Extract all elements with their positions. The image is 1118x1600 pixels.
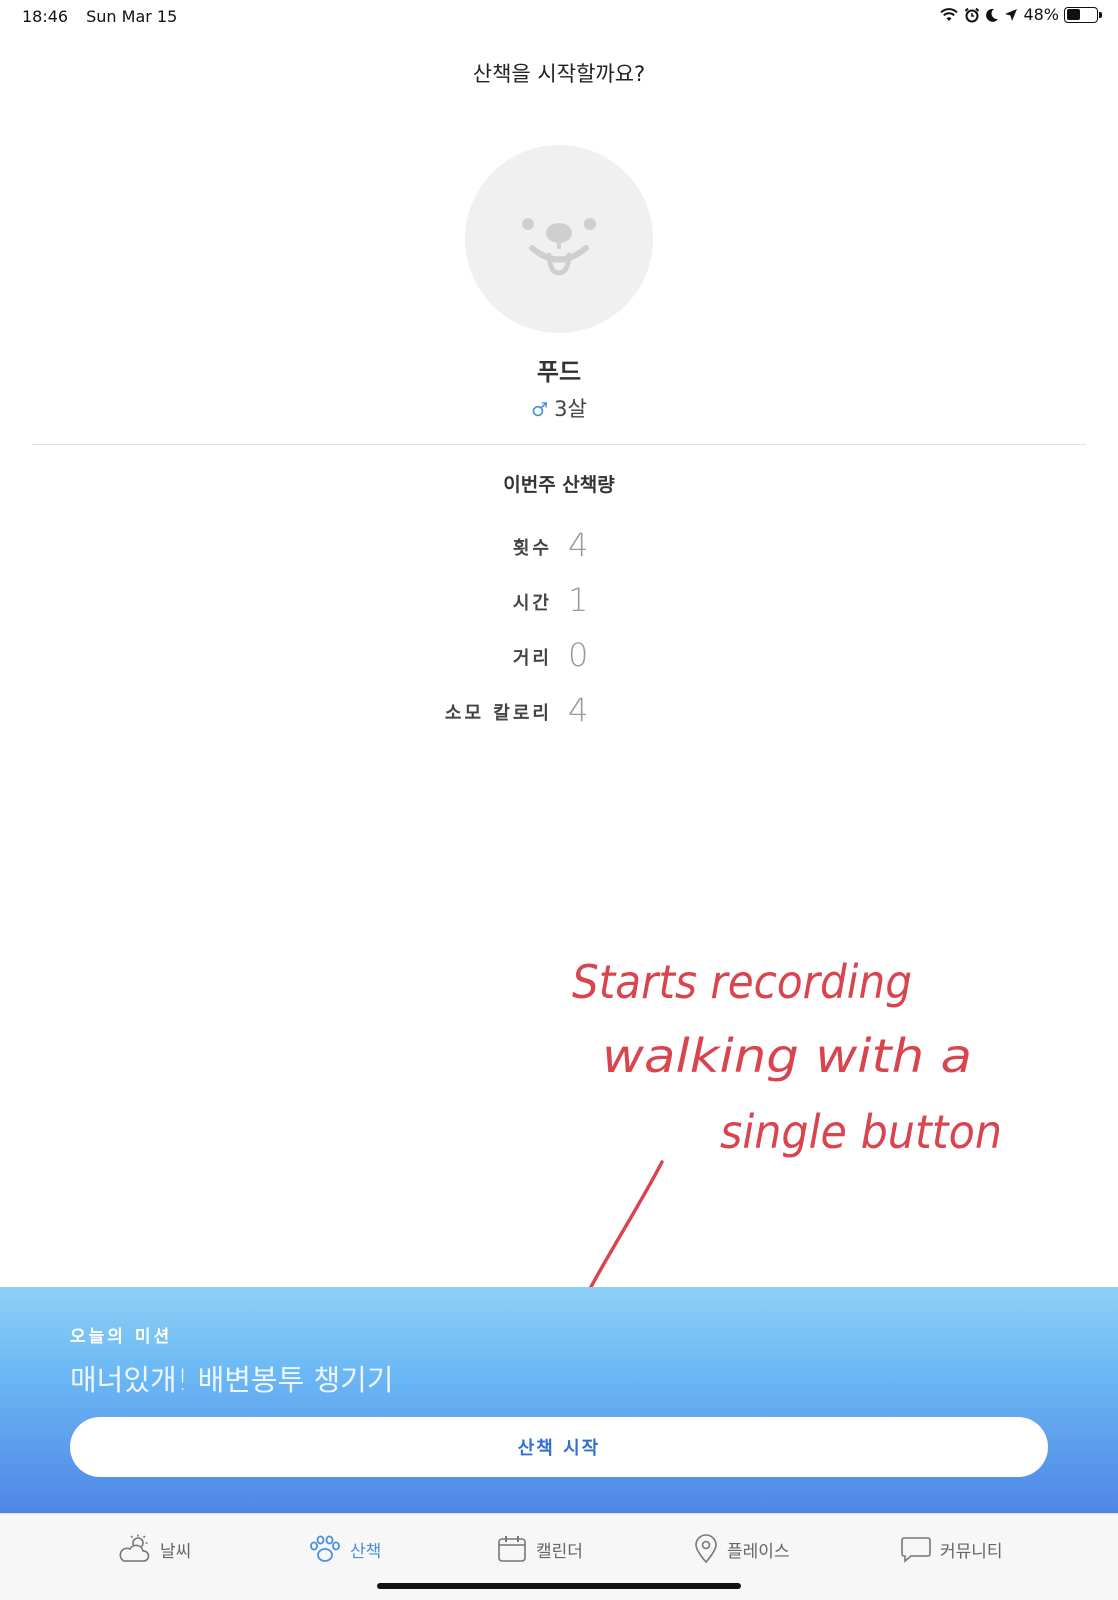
annotation-line: walking with a xyxy=(602,1029,972,1083)
pet-name: 푸드 xyxy=(536,358,582,386)
start-walk-button[interactable]: 산책 시작 xyxy=(70,1417,1048,1477)
stat-value: 0 xyxy=(568,636,589,674)
chat-bubble-icon xyxy=(901,1537,931,1563)
mission-text: 매너있개! 배변봉투 챙기기 xyxy=(70,1363,394,1397)
battery-fill xyxy=(1066,9,1081,20)
stat-label: 시간 xyxy=(512,593,552,614)
alarm-icon xyxy=(964,7,980,23)
dog-face-icon xyxy=(522,218,596,276)
stat-label: 거리 xyxy=(512,648,552,669)
wifi-icon xyxy=(939,7,959,23)
tab-label: 캘린더 xyxy=(536,1541,583,1562)
stat-row-time: 시간 1 xyxy=(380,581,740,638)
location-pin-icon xyxy=(695,1534,717,1564)
calendar-icon xyxy=(498,1536,526,1562)
mission-panel: 오늘의 미션 매너있개! 배변봉투 챙기기 산책 시작 xyxy=(0,1287,1118,1513)
stat-value: 4 xyxy=(568,691,589,729)
annotation-line: Starts recording xyxy=(572,955,912,1009)
weather-icon xyxy=(119,1534,150,1562)
pet-avatar[interactable] xyxy=(465,145,653,333)
status-right: 48% xyxy=(939,5,1102,24)
tab-label: 플레이스 xyxy=(727,1541,790,1562)
divider xyxy=(32,444,1086,445)
paw-icon xyxy=(310,1535,340,1562)
tab-label: 커뮤니티 xyxy=(940,1541,1003,1562)
status-date: Sun Mar 15 xyxy=(86,7,178,26)
stat-row-calories: 소모 칼로리 4 xyxy=(380,691,740,748)
pet-meta: ♂ 3살 xyxy=(0,393,1118,423)
status-time: 18:46 xyxy=(22,7,69,26)
location-arrow-icon xyxy=(1004,8,1018,22)
male-gender-icon: ♂ xyxy=(531,399,549,421)
annotation-line: single button xyxy=(720,1105,1002,1159)
tab-place[interactable]: 플레이스 xyxy=(693,1534,790,1564)
battery-icon xyxy=(1064,6,1102,23)
stat-row-distance: 거리 0 xyxy=(380,636,740,693)
stat-row-count: 횟수 4 xyxy=(380,526,740,583)
page-title: 산책을 시작할까요? xyxy=(472,62,646,86)
stat-label: 횟수 xyxy=(512,538,552,559)
status-left: 18:46 Sun Mar 15 xyxy=(22,7,177,26)
pet-age: 3살 xyxy=(554,397,587,421)
status-bar: 18:46 Sun Mar 15 48% xyxy=(0,0,1118,34)
tab-calendar[interactable]: 캘린더 xyxy=(496,1534,583,1564)
weekly-walk-title: 이번주 산책량 xyxy=(503,474,615,496)
stat-value: 1 xyxy=(568,581,589,619)
mission-label: 오늘의 미션 xyxy=(70,1327,173,1347)
weekly-stats: 횟수 4 시간 1 거리 0 소모 칼로리 4 xyxy=(380,526,740,748)
stat-label: 소모 칼로리 xyxy=(444,703,552,724)
tab-weather[interactable]: 날씨 xyxy=(118,1534,191,1564)
tab-label: 날씨 xyxy=(160,1541,192,1562)
battery-cap xyxy=(1099,11,1102,18)
tab-community[interactable]: 커뮤니티 xyxy=(900,1534,1003,1564)
home-indicator[interactable] xyxy=(377,1583,741,1589)
battery-percent: 48% xyxy=(1023,5,1059,24)
stat-value: 4 xyxy=(568,526,589,564)
tab-walk[interactable]: 산책 xyxy=(308,1534,381,1564)
tab-label: 산책 xyxy=(350,1541,382,1562)
moon-icon xyxy=(985,7,999,23)
